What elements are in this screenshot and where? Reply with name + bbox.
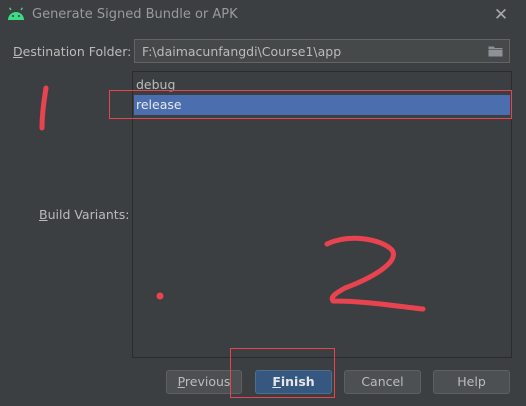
- title-bar: Generate Signed Bundle or APK ✕: [0, 0, 526, 30]
- help-button[interactable]: Help: [433, 370, 510, 394]
- destination-label-text: estination Folder:: [22, 44, 132, 59]
- cancel-label: Cancel: [361, 374, 404, 389]
- variants-label-mnemonic: B: [39, 207, 48, 222]
- variants-label-text: uild Variants:: [47, 207, 130, 222]
- folder-icon[interactable]: [488, 45, 503, 57]
- help-label: Help: [457, 374, 486, 389]
- previous-label: revious: [184, 374, 231, 389]
- destination-label-mnemonic: D: [13, 44, 23, 59]
- destination-folder-field[interactable]: F:\daimacunfangdi\Course1\app: [134, 39, 510, 63]
- build-variants-label: Build Variants:: [39, 207, 129, 222]
- cancel-button[interactable]: Cancel: [344, 370, 421, 394]
- previous-mnemonic: P: [177, 374, 185, 389]
- annotation-mark-1: [39, 85, 49, 131]
- finish-highlight-box: [230, 348, 335, 398]
- android-icon: [8, 7, 24, 20]
- close-icon[interactable]: ✕: [490, 4, 512, 26]
- window-title: Generate Signed Bundle or APK: [32, 7, 238, 22]
- destination-folder-value[interactable]: F:\daimacunfangdi\Course1\app: [142, 44, 341, 59]
- destination-folder-label: Destination Folder:: [13, 44, 131, 59]
- release-highlight-box: [109, 90, 512, 119]
